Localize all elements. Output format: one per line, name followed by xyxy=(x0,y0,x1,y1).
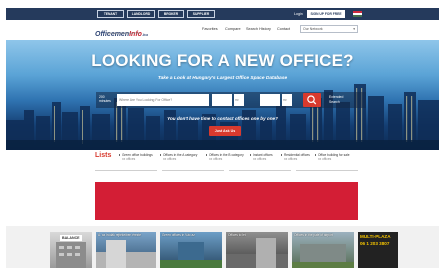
lists-title: Lists xyxy=(95,152,112,159)
header: OfficemenInfo.hu Офисная Сервис Бизнеса … xyxy=(6,20,439,40)
thumb-caption: Offices in the pale of airport xyxy=(294,233,333,237)
supplier-button[interactable]: SUPPLIER xyxy=(187,10,215,18)
section-divider xyxy=(162,170,224,171)
broker-button[interactable]: BROKER xyxy=(158,10,184,18)
our-network-label: Our Network xyxy=(303,27,323,31)
list-item-count: xx offices xyxy=(209,157,223,162)
featured-thumb-5[interactable]: Offices in the pale of airport xyxy=(292,232,354,268)
landlord-button[interactable]: LANDLORD xyxy=(127,10,155,18)
extended-search-line1: Extended xyxy=(329,95,344,99)
hero-question: You don't have time to contact offices o… xyxy=(167,116,278,121)
extended-search-line2: Search xyxy=(329,99,340,104)
size-min-input[interactable] xyxy=(212,94,232,106)
list-item-count: xx offices xyxy=(122,157,136,162)
top-bar: TENANT LANDLORD BROKER SUPPLIER Login SI… xyxy=(6,8,439,20)
office-photo xyxy=(292,244,354,268)
our-network-select[interactable]: Our Network ▾ xyxy=(300,25,358,33)
featured-thumb-2[interactable]: Á. az irodák rejtékeiben érezte xyxy=(96,232,156,268)
search-minutes-label: 200 minutes xyxy=(99,95,111,104)
nav-favorites[interactable]: Favorites xyxy=(202,27,218,31)
thumb-caption: Offices to let xyxy=(228,233,246,237)
size-min-unit: m² xyxy=(234,94,244,106)
ad-phone: 06 1 203 3807 xyxy=(360,241,390,246)
nav-compare[interactable]: Compare xyxy=(225,27,241,31)
chevron-down-icon: ▾ xyxy=(353,27,355,31)
featured-thumb-4[interactable]: Offices to let xyxy=(226,232,288,268)
nav-contact[interactable]: Contact xyxy=(277,27,290,31)
list-item-category-a[interactable]: Offices in the A category xx offices xyxy=(159,153,197,162)
balance-badge: BALANCE xyxy=(60,235,82,241)
just-ask-us-button[interactable]: Just Ask Us xyxy=(209,126,241,136)
list-item-count: xx offices xyxy=(163,157,177,162)
advertisement-banner[interactable] xyxy=(95,182,358,220)
office-photo xyxy=(160,242,222,268)
section-divider xyxy=(229,170,291,171)
tenant-button[interactable]: TENANT xyxy=(97,10,124,18)
featured-thumb-3[interactable]: Green offices in Vác az xyxy=(160,232,222,268)
location-search-input[interactable] xyxy=(117,94,209,106)
page: TENANT LANDLORD BROKER SUPPLIER Login SI… xyxy=(0,0,440,268)
section-divider xyxy=(95,170,157,171)
featured-thumb-1[interactable]: BALANCE xyxy=(50,232,92,268)
section-divider xyxy=(296,170,358,171)
list-item-green[interactable]: Green office buildings xx offices xyxy=(119,153,153,162)
office-photo xyxy=(226,238,288,268)
nav-search-history[interactable]: Search History xyxy=(246,27,271,31)
flag-stripe-green xyxy=(353,15,362,17)
search-bar: 200 minutes m² m² Extended Search xyxy=(96,92,366,108)
list-item-count: xx offices xyxy=(253,157,267,162)
logo-tagline: Офисная Сервис Бизнеса Ваш xyxy=(107,33,141,35)
office-photo xyxy=(96,240,156,268)
list-item-count: xx offices xyxy=(284,157,298,162)
hero-title: LOOKING FOR A NEW OFFICE? xyxy=(91,51,354,70)
list-item-category-b[interactable]: Offices in the B category xx offices xyxy=(206,153,244,162)
ad-title: MULTI-PLAZA xyxy=(360,234,391,239)
signup-button[interactable]: SIGN UP FOR FREE xyxy=(307,10,345,18)
multi-plaza-ad[interactable]: MULTI-PLAZA 06 1 203 3807 xyxy=(358,232,398,268)
thumb-caption: Green offices in Vác az xyxy=(162,233,195,237)
hero-subtitle: Take a Look at Hungary's Largest Office … xyxy=(157,76,288,81)
size-max-unit: m² xyxy=(282,94,292,106)
list-item-instant[interactable]: Instant offices xx offices xyxy=(250,153,273,162)
size-max-input[interactable] xyxy=(260,94,280,106)
list-item-count: xx offices xyxy=(318,157,332,162)
list-item-residential[interactable]: Residential offices xx offices xyxy=(281,153,310,162)
search-button[interactable] xyxy=(303,93,321,107)
list-item-for-sale[interactable]: Office building for sale xx offices xyxy=(314,153,349,162)
login-link[interactable]: Login xyxy=(294,11,303,17)
hungarian-flag-icon[interactable] xyxy=(353,11,362,17)
hero-banner: LOOKING FOR A NEW OFFICE? Take a Look at… xyxy=(6,40,439,150)
extended-search-link[interactable]: Extended Search xyxy=(329,95,343,104)
logo-text-suffix: .hu xyxy=(141,32,148,37)
search-icon xyxy=(307,95,317,105)
logo[interactable]: OfficemenInfo.hu Офисная Сервис Бизнеса … xyxy=(95,23,148,38)
thumb-caption: Á. az irodák rejtékeiben érezte xyxy=(98,233,142,237)
